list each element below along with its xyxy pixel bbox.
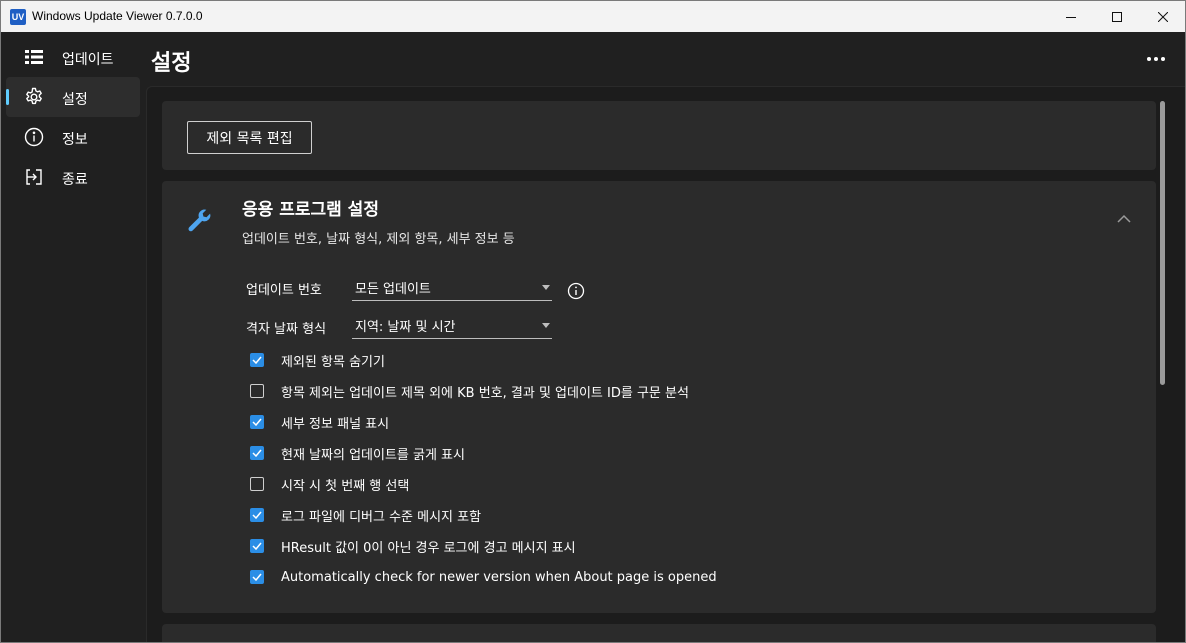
- sidebar-item-about[interactable]: 정보: [6, 117, 140, 157]
- sidebar-item-label: 종료: [62, 172, 88, 188]
- window-title: Windows Update Viewer 0.7.0.0: [32, 9, 203, 23]
- sidebar-item-label: 정보: [62, 132, 88, 148]
- checkbox[interactable]: [250, 477, 264, 491]
- more-dot: [1161, 57, 1165, 61]
- checkbox[interactable]: [250, 353, 264, 367]
- sidebar-item-settings[interactable]: 설정: [6, 77, 140, 117]
- info-icon: [24, 127, 44, 147]
- checkbox-label: 로그 파일에 디버그 수준 메시지 포함: [281, 509, 482, 525]
- checkbox[interactable]: [250, 570, 264, 584]
- checkmark-icon: [252, 449, 262, 457]
- checkbox-label: 항목 제외는 업데이트 제목 외에 KB 번호, 결과 및 업데이트 ID를 구…: [281, 385, 689, 401]
- checkbox[interactable]: [250, 384, 264, 398]
- more-dot: [1147, 57, 1151, 61]
- checkbox-label: 현재 날짜의 업데이트를 굵게 표시: [281, 447, 465, 463]
- chevron-down-icon: [542, 285, 550, 290]
- sidebar-item-updates[interactable]: 업데이트: [6, 37, 140, 77]
- checkbox-row[interactable]: 현재 날짜의 업데이트를 굵게 표시: [250, 443, 465, 463]
- checkbox[interactable]: [250, 508, 264, 522]
- dropdown-value: 모든 업데이트: [355, 282, 431, 297]
- checkmark-icon: [252, 418, 262, 426]
- date-format-dropdown[interactable]: 지역: 날짜 및 시간: [352, 313, 552, 339]
- checkbox-label: Automatically check for newer version wh…: [281, 569, 717, 585]
- checkmark-icon: [252, 542, 262, 550]
- minimize-icon: [1066, 16, 1076, 18]
- gear-icon: [24, 87, 44, 107]
- sidebar-nav: 업데이트 설정 정보 종료: [1, 32, 146, 642]
- checkbox-label: 세부 정보 패널 표시: [281, 416, 390, 432]
- checkbox-row[interactable]: 제외된 항목 숨기기: [250, 350, 385, 370]
- checkbox-label: 시작 시 첫 번째 행 선택: [281, 478, 410, 494]
- checkbox-row[interactable]: 로그 파일에 디버그 수준 메시지 포함: [250, 505, 481, 525]
- update-number-dropdown[interactable]: 모든 업데이트: [352, 275, 552, 301]
- maximize-button[interactable]: [1094, 1, 1140, 32]
- sidebar-item-label: 설정: [62, 92, 88, 108]
- update-number-label: 업데이트 번호: [246, 283, 322, 298]
- close-button[interactable]: [1140, 1, 1185, 32]
- exit-icon: [24, 167, 44, 187]
- app-logo-icon: UV: [10, 9, 26, 25]
- checkbox[interactable]: [250, 539, 264, 553]
- dropdown-value: 지역: 날짜 및 시간: [355, 320, 456, 335]
- chevron-up-icon[interactable]: [1116, 213, 1132, 225]
- close-icon: [1158, 11, 1168, 22]
- more-dot: [1154, 57, 1158, 61]
- section-title: 응용 프로그램 설정: [242, 200, 379, 220]
- maximize-icon: [1112, 11, 1122, 22]
- checkbox-row[interactable]: HResult 값이 0이 아닌 경우 로그에 경고 메시지 표시: [250, 536, 576, 556]
- list-icon: [24, 47, 44, 67]
- app-settings-card: 응용 프로그램 설정 업데이트 번호, 날짜 형식, 제외 항목, 세부 정보 …: [162, 181, 1156, 613]
- selection-indicator: [6, 89, 9, 105]
- checkbox-row[interactable]: 시작 시 첫 번째 행 선택: [250, 474, 409, 494]
- checkbox-row[interactable]: Automatically check for newer version wh…: [250, 567, 717, 587]
- checkbox[interactable]: [250, 415, 264, 429]
- sidebar-item-exit[interactable]: 종료: [6, 157, 140, 197]
- checkmark-icon: [252, 511, 262, 519]
- edit-exclusion-list-button[interactable]: 제외 목록 편집: [187, 121, 312, 154]
- checkbox-label: 제외된 항목 숨기기: [281, 354, 385, 370]
- page-title: 설정: [151, 51, 192, 76]
- app-window: UV Windows Update Viewer 0.7.0.0 업데이트 설정…: [0, 0, 1186, 643]
- wrench-icon: [188, 209, 211, 232]
- sidebar-item-label: 업데이트: [62, 52, 114, 68]
- exclusion-card: 제외 목록 편집: [162, 101, 1156, 170]
- settings-content: 제외 목록 편집 응용 프로그램 설정 업데이트 번호, 날짜 형식, 제외 항…: [146, 86, 1185, 642]
- checkmark-icon: [252, 356, 262, 364]
- title-bar[interactable]: UV Windows Update Viewer 0.7.0.0: [1, 1, 1185, 32]
- next-settings-card: [162, 624, 1156, 642]
- chevron-down-icon: [542, 323, 550, 328]
- more-options-button[interactable]: [1141, 45, 1171, 73]
- checkmark-icon: [252, 573, 262, 581]
- minimize-button[interactable]: [1048, 1, 1094, 32]
- checkbox-row[interactable]: 항목 제외는 업데이트 제목 외에 KB 번호, 결과 및 업데이트 ID를 구…: [250, 381, 689, 401]
- checkbox[interactable]: [250, 446, 264, 460]
- info-icon[interactable]: [567, 282, 585, 300]
- checkbox-label: HResult 값이 0이 아닌 경우 로그에 경고 메시지 표시: [281, 540, 576, 556]
- checkbox-row[interactable]: 세부 정보 패널 표시: [250, 412, 389, 432]
- date-format-label: 격자 날짜 형식: [246, 322, 327, 337]
- vertical-scrollbar[interactable]: [1160, 101, 1165, 385]
- section-subtitle: 업데이트 번호, 날짜 형식, 제외 항목, 세부 정보 등: [242, 232, 515, 247]
